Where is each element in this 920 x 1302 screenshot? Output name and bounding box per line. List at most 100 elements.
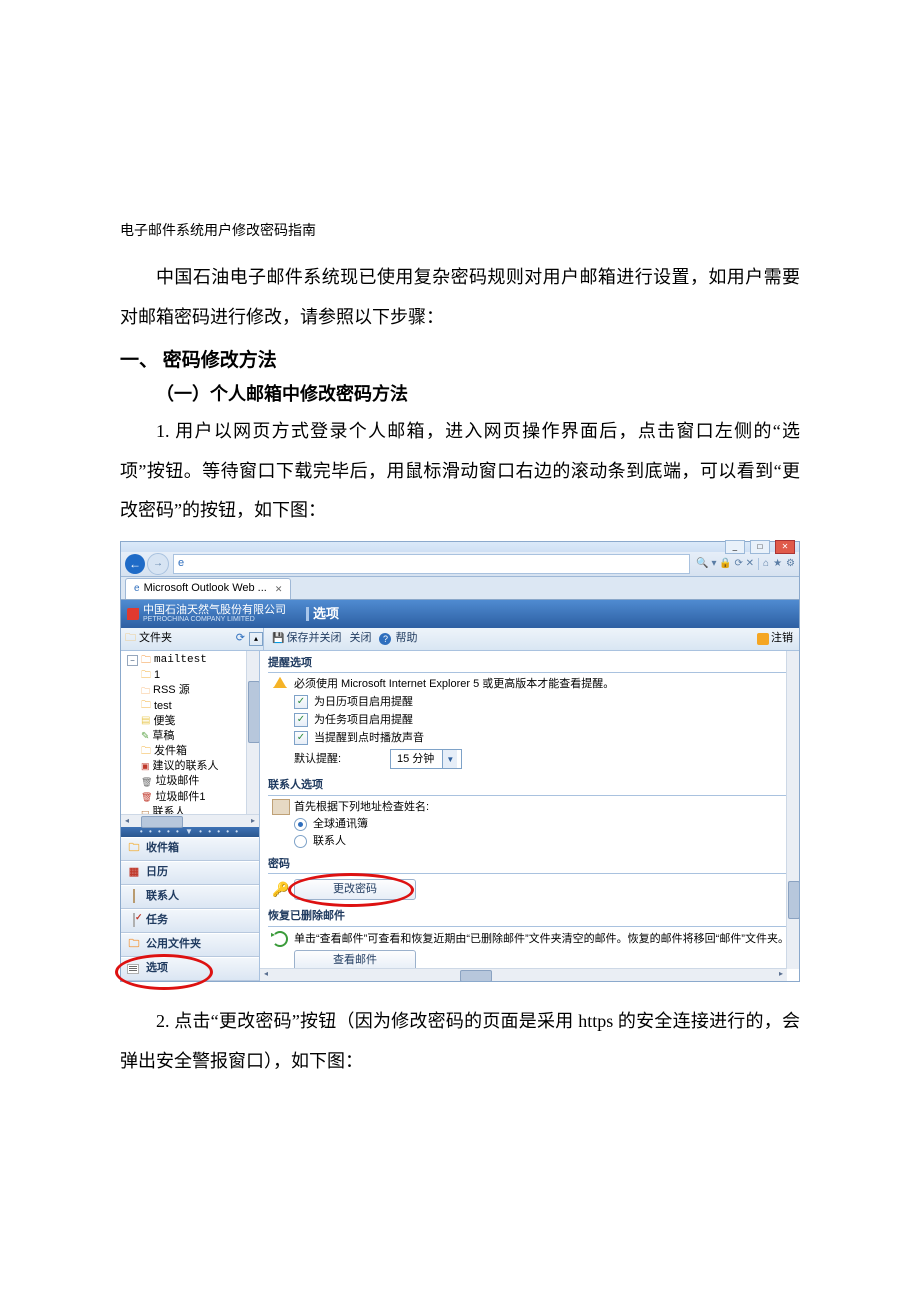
reminder-sound-row[interactable]: ✓ 当提醒到点时播放声音 bbox=[268, 729, 791, 747]
radio-gal-row[interactable]: 全球通讯簿 bbox=[268, 816, 791, 833]
petrochina-logo-icon bbox=[127, 608, 139, 620]
window-maximize-button[interactable]: □ bbox=[750, 540, 770, 554]
nav-item-inbox[interactable]: 🗀收件箱 bbox=[121, 837, 259, 861]
nav-item-options[interactable]: 选项 bbox=[121, 957, 259, 981]
notes-icon: ▤ bbox=[141, 715, 150, 727]
default-reminder-row: 默认提醒: 15 分钟 ▼ bbox=[268, 747, 791, 771]
nav-item-calendar[interactable]: ▦日历 bbox=[121, 861, 259, 885]
owa-toolbar: 🗀 文件夹 ⟳ ▴ 💾 保存并关闭 关闭 ? 帮助 bbox=[121, 628, 799, 651]
reminder-note-row: 必须使用 Microsoft Internet Explorer 5 或更高版本… bbox=[268, 676, 791, 693]
checkbox-calendar-reminder[interactable]: ✓ bbox=[294, 695, 308, 709]
folder-icon: 🗀 bbox=[141, 670, 151, 682]
refresh-folders-icon[interactable]: ⟳ bbox=[236, 632, 245, 645]
checkbox-task-reminder[interactable]: ✓ bbox=[294, 713, 308, 727]
nav-item-tasks[interactable]: 任务 bbox=[121, 909, 259, 933]
ie-tab-owa[interactable]: e Microsoft Outlook Web ... ✕ bbox=[125, 578, 291, 599]
ie-favorites-icon[interactable]: ★ bbox=[773, 558, 782, 570]
change-password-button[interactable]: 更改密码 bbox=[294, 879, 416, 900]
radio-contacts-row[interactable]: 联系人 bbox=[268, 833, 791, 850]
rss-icon: 🗀 bbox=[141, 686, 150, 697]
ie-address-bar[interactable]: e bbox=[173, 554, 690, 574]
tree-hscrollbar[interactable]: ◂ ▸ bbox=[121, 814, 259, 827]
nav-drag-handle[interactable]: • • • • • ▼ • • • • • bbox=[121, 827, 259, 837]
outbox-icon: 🗀 bbox=[141, 746, 151, 758]
contacts-card-icon bbox=[272, 799, 290, 815]
contacts-icon bbox=[133, 889, 135, 903]
public-folder-icon: 🗀 bbox=[127, 938, 141, 951]
tree-vscroll-thumb[interactable] bbox=[248, 681, 259, 743]
sidebar: −🗀mailtest 🗀1 🗀RSS 源 🗀test ▤便笺 ✎草稿 🗀发件箱 … bbox=[121, 651, 260, 981]
inbox-icon: 🗀 bbox=[127, 842, 141, 855]
help-button[interactable]: ? 帮助 bbox=[375, 632, 421, 645]
section-reminders-header: 提醒选项 bbox=[268, 655, 791, 673]
checkbox-sound-reminder[interactable]: ✓ bbox=[294, 731, 308, 745]
restore-icon bbox=[272, 931, 288, 947]
ie-forward-button[interactable]: → bbox=[147, 553, 169, 575]
tree-item-contacts[interactable]: ▭联系人 bbox=[123, 805, 259, 814]
tree-item-outbox[interactable]: 🗀发件箱 bbox=[123, 744, 259, 759]
options-icon bbox=[127, 964, 139, 974]
window-titlebar: _ □ ✕ bbox=[121, 542, 799, 552]
ie-tab-close-icon[interactable]: ✕ bbox=[275, 584, 283, 595]
content-hscroll-thumb[interactable] bbox=[460, 970, 492, 981]
window-minimize-button[interactable]: _ bbox=[725, 540, 745, 554]
bell-icon bbox=[272, 677, 288, 693]
junk-icon: 🗑 bbox=[141, 777, 152, 788]
tree-hscroll-thumb[interactable] bbox=[141, 816, 183, 828]
close-button[interactable]: 关闭 bbox=[345, 632, 375, 645]
tree-item-rss[interactable]: 🗀RSS 源 bbox=[123, 683, 259, 698]
tree-item-notes[interactable]: ▤便笺 bbox=[123, 714, 259, 729]
password-row: 🔑 更改密码 bbox=[268, 877, 791, 902]
heading-1: 一、 密码修改方法 bbox=[120, 345, 800, 372]
key-icon: 🔑 bbox=[272, 881, 289, 898]
owa-header: 中国石油天然气股份有限公司 PETROCHINA COMPANY LIMITED… bbox=[121, 600, 799, 628]
folder-tree[interactable]: −🗀mailtest 🗀1 🗀RSS 源 🗀test ▤便笺 ✎草稿 🗀发件箱 … bbox=[121, 651, 259, 814]
section-contacts-header: 联系人选项 bbox=[268, 777, 791, 795]
save-and-close-button[interactable]: 💾 保存并关闭 bbox=[268, 632, 345, 645]
tree-item-test[interactable]: 🗀test bbox=[123, 699, 259, 714]
brand-name: 中国石油天然气股份有限公司 bbox=[143, 604, 286, 616]
contacts-note-row: 首先根据下列地址检查姓名: bbox=[268, 799, 791, 816]
ie-tab-favicon-icon: e bbox=[134, 583, 140, 595]
nav-item-contacts[interactable]: 联系人 bbox=[121, 885, 259, 909]
tree-item-suggested[interactable]: ▣建议的联系人 bbox=[123, 759, 259, 774]
tree-root[interactable]: −🗀mailtest bbox=[123, 653, 259, 668]
tree-vscrollbar[interactable] bbox=[246, 651, 259, 814]
suggested-contacts-icon: ▣ bbox=[141, 761, 150, 772]
ie-back-button[interactable]: ← bbox=[125, 554, 145, 574]
tree-item-1[interactable]: 🗀1 bbox=[123, 668, 259, 683]
section-divider-icon bbox=[306, 607, 309, 621]
default-reminder-select[interactable]: 15 分钟 ▼ bbox=[390, 749, 462, 769]
tree-item-junk[interactable]: 🗑垃圾邮件 bbox=[123, 774, 259, 789]
content-hscrollbar[interactable]: ◂ ▸ bbox=[260, 968, 787, 981]
tree-expand-icon[interactable]: − bbox=[127, 655, 138, 666]
step-1-text: 1. 用户以网页方式登录个人邮箱，进入网页操作界面后，点击窗口左侧的“选项”按钮… bbox=[120, 412, 800, 531]
calendar-icon: ▦ bbox=[127, 866, 141, 879]
radio-gal[interactable] bbox=[294, 818, 307, 831]
collapse-folders-icon[interactable]: ▴ bbox=[249, 632, 263, 646]
logoff-button[interactable]: 注销 bbox=[757, 632, 799, 645]
reminder-task-row[interactable]: ✓ 为任务项目启用提醒 bbox=[268, 711, 791, 729]
reminder-calendar-row[interactable]: ✓ 为日历项目启用提醒 bbox=[268, 693, 791, 711]
tree-item-junk1[interactable]: 🗑垃圾邮件1 bbox=[123, 790, 259, 805]
ie-tab-strip: e Microsoft Outlook Web ... ✕ bbox=[121, 577, 799, 600]
heading-2: （一）个人邮箱中修改密码方法 bbox=[120, 380, 800, 406]
folders-header: 文件夹 bbox=[139, 632, 172, 645]
ie-search-tools[interactable]: 🔍 ▾ 🔒 ⟳ ✕ bbox=[696, 558, 754, 570]
content-vscroll-thumb[interactable] bbox=[788, 881, 799, 919]
step-2-text: 2. 点击“更改密码”按钮（因为修改密码的页面是采用 https 的安全连接进行… bbox=[120, 1002, 800, 1081]
nav-item-public-folders[interactable]: 🗀公用文件夹 bbox=[121, 933, 259, 957]
ie-nav-bar: ← → e 🔍 ▾ 🔒 ⟳ ✕ ⌂ ★ ⚙ bbox=[121, 552, 799, 577]
window-close-button[interactable]: ✕ bbox=[775, 540, 795, 554]
brand-sub: PETROCHINA COMPANY LIMITED bbox=[143, 616, 286, 623]
contacts-icon: ▭ bbox=[141, 807, 150, 814]
ie-favicon-icon: e bbox=[178, 557, 184, 570]
ie-settings-icon[interactable]: ⚙ bbox=[786, 558, 795, 570]
radio-contacts[interactable] bbox=[294, 835, 307, 848]
drafts-icon: ✎ bbox=[141, 731, 149, 743]
dropdown-arrow-icon: ▼ bbox=[442, 750, 457, 768]
ie-home-icon[interactable]: ⌂ bbox=[758, 558, 769, 570]
section-title: 选项 bbox=[306, 606, 339, 622]
tree-item-drafts[interactable]: ✎草稿 bbox=[123, 729, 259, 744]
content-vscrollbar[interactable] bbox=[786, 651, 799, 969]
